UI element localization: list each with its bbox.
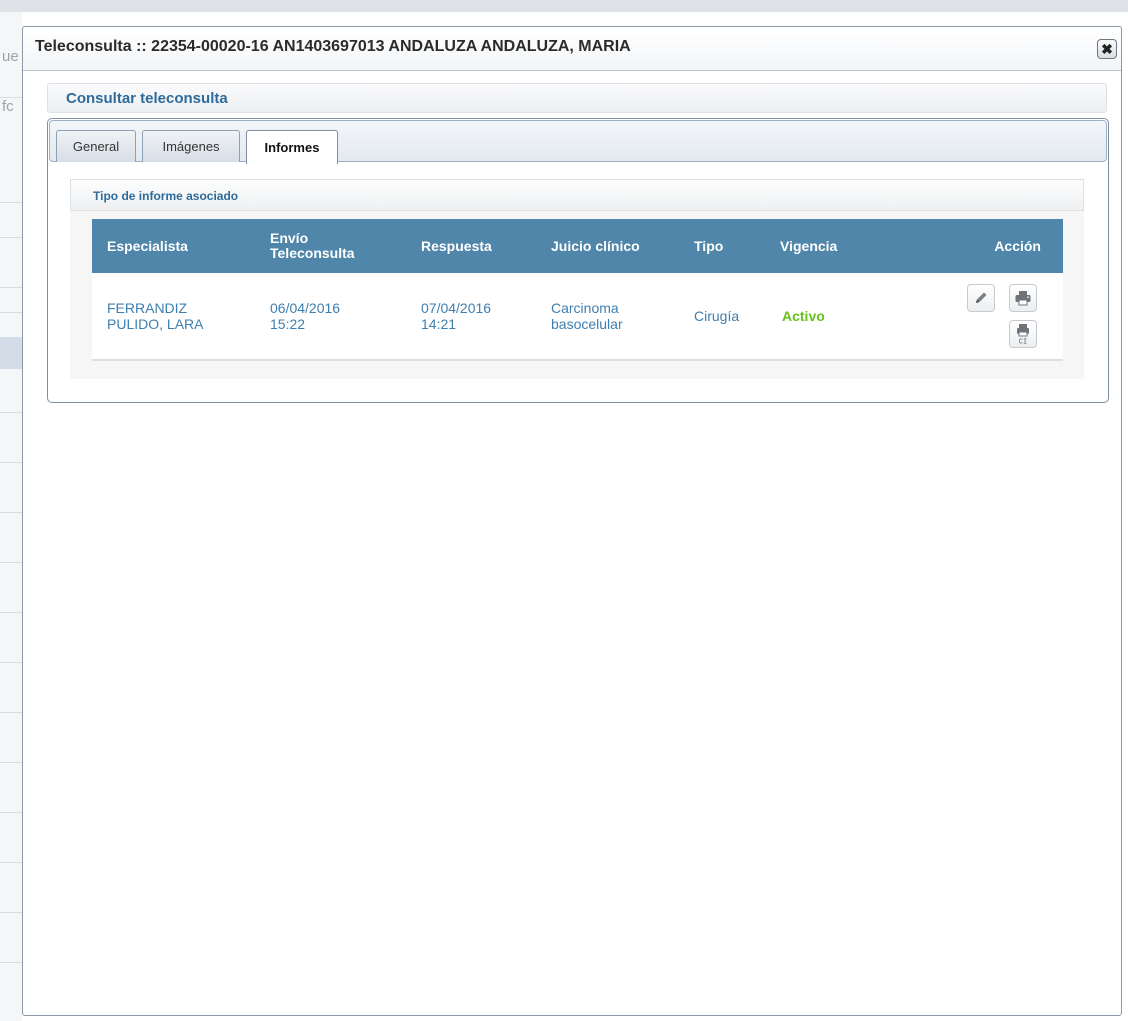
close-button[interactable]: ✖: [1097, 39, 1117, 59]
column-header-envio: Envío Teleconsulta: [270, 219, 355, 273]
cell-juicio-line1: Carcinoma: [551, 300, 619, 316]
report-section: Tipo de informe asociado Especialista En…: [70, 179, 1084, 379]
column-header-juicio: Juicio clínico: [551, 237, 640, 254]
cell-especialista-line2: PULIDO, LARA: [107, 316, 204, 332]
reports-table: Especialista Envío Teleconsulta Respuesta…: [92, 219, 1063, 361]
cell-respuesta: 07/04/2016 14:21: [421, 273, 491, 359]
report-section-header: Tipo de informe asociado: [70, 179, 1084, 211]
teleconsulta-dialog: Teleconsulta :: 22354-00020-16 AN1403697…: [22, 26, 1122, 1016]
tab-strip: General Imágenes Informes: [49, 120, 1107, 164]
background-sidebar: [0, 12, 22, 1021]
report-section-title: Tipo de informe asociado: [93, 189, 239, 203]
cell-especialista-line1: FERRANDIZ: [107, 300, 188, 316]
print-ci-button[interactable]: CI: [1009, 320, 1037, 348]
cell-especialista: FERRANDIZ PULIDO, LARA: [107, 273, 203, 359]
print-ci-label: CI: [1019, 339, 1027, 346]
section-title: Consultar teleconsulta: [66, 90, 228, 107]
print-button[interactable]: [1009, 284, 1037, 312]
cell-tipo: Cirugía: [694, 308, 740, 324]
print-icon: [1015, 291, 1031, 306]
cell-envio: 06/04/2016 15:22: [270, 273, 340, 359]
column-header-especialista: Especialista: [107, 237, 188, 254]
cell-envio-date: 06/04/2016: [270, 300, 341, 316]
edit-icon: [976, 292, 987, 303]
tab-general[interactable]: General: [56, 130, 136, 162]
background-fragment: fc: [2, 98, 14, 115]
cell-respuesta-time: 14:21: [421, 316, 457, 332]
status-badge: Activo: [782, 308, 825, 324]
background-topbar: [0, 0, 1128, 12]
column-header-envio-line2: Teleconsulta: [270, 245, 355, 261]
section-header: Consultar teleconsulta: [47, 83, 1107, 113]
column-header-vigencia: Vigencia: [780, 237, 838, 254]
table-row: FERRANDIZ PULIDO, LARA 06/04/2016 15:22 07…: [92, 273, 1063, 361]
cell-envio-time: 15:22: [270, 316, 306, 332]
dialog-header: Teleconsulta :: 22354-00020-16 AN1403697…: [23, 27, 1121, 71]
cell-respuesta-date: 07/04/2016: [421, 300, 492, 316]
column-header-accion: Acción: [994, 237, 1041, 254]
background-fragment: ue: [2, 48, 19, 65]
cell-juicio-line2: basocelular: [551, 316, 623, 332]
column-header-tipo: Tipo: [694, 237, 724, 254]
print-ci-icon: CI: [1017, 324, 1029, 346]
cell-juicio-clinico: Carcinoma basocelular: [551, 273, 623, 359]
column-header-respuesta: Respuesta: [421, 237, 492, 254]
tab-informes[interactable]: Informes: [246, 130, 338, 164]
tab-imagenes[interactable]: Imágenes: [142, 130, 240, 162]
close-icon: ✖: [1101, 41, 1113, 57]
dialog-title: Teleconsulta :: 22354-00020-16 AN1403697…: [35, 38, 631, 55]
column-header-envio-line1: Envío: [270, 230, 309, 246]
edit-button[interactable]: [967, 284, 995, 312]
table-header: Especialista Envío Teleconsulta Respuesta…: [92, 219, 1063, 273]
tab-panel: General Imágenes Informes Tipo de inform…: [47, 118, 1109, 403]
